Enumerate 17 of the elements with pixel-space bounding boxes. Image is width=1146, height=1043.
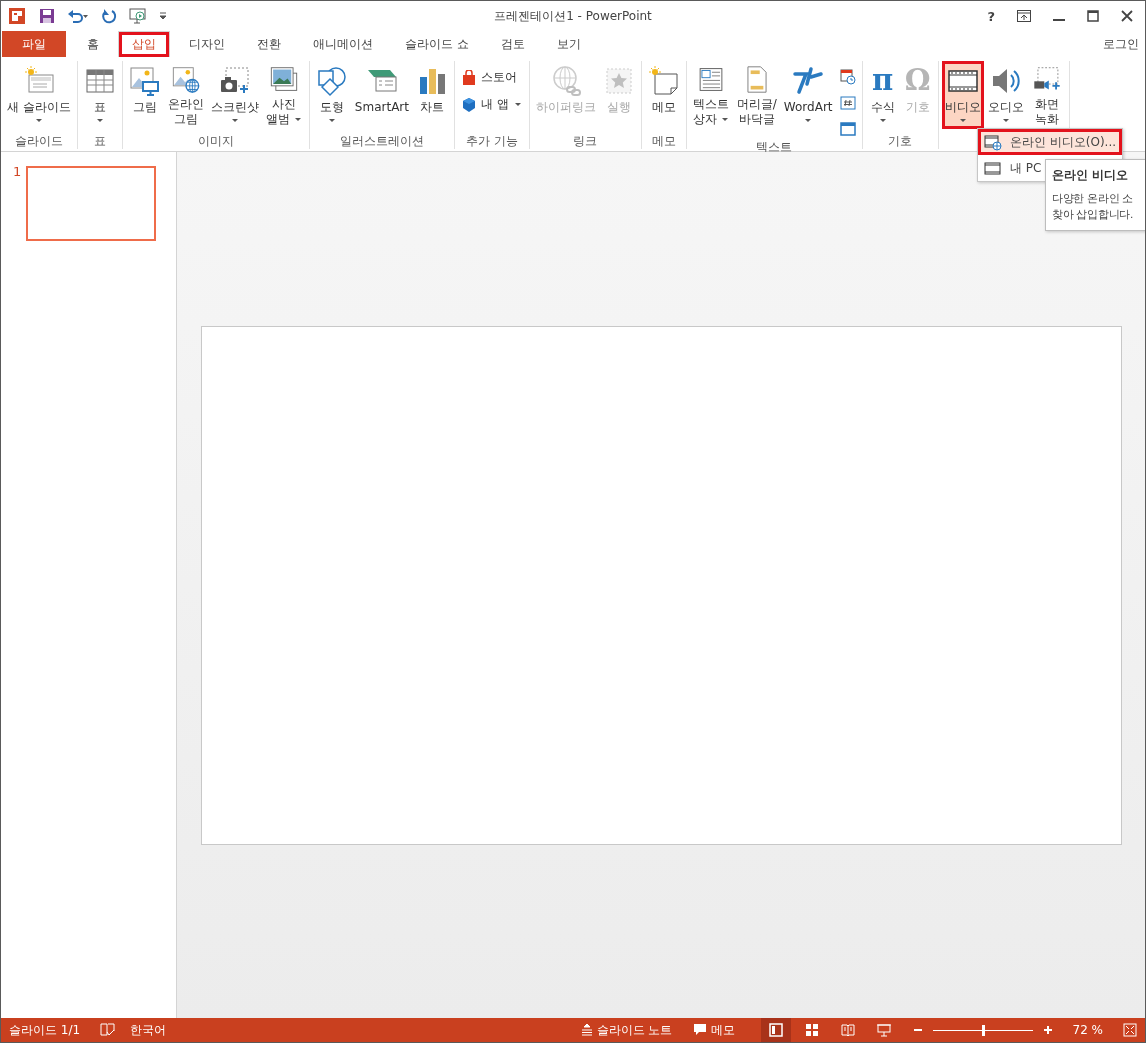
group-label: 이미지 xyxy=(196,133,235,149)
tooltip-text: 다양한 온라인 소 xyxy=(1052,191,1134,206)
window-title: 프레젠테이션1 - PowerPoint xyxy=(494,7,652,25)
tooltip-title: 온라인 비디오 xyxy=(1052,167,1130,184)
symbol-glyph: Ω xyxy=(904,63,931,99)
group-label: 추가 기능 xyxy=(465,133,519,149)
slide-count: 슬라이드 1/1 xyxy=(9,1021,81,1039)
group-label: 링크 xyxy=(572,133,599,149)
slide-number: 1 xyxy=(13,164,22,180)
symbol-glyph: π xyxy=(871,63,894,99)
tooltip-text: 찾아 삽입합니다. xyxy=(1052,207,1134,222)
group-label: 표 xyxy=(92,133,107,149)
group-label: 메모 xyxy=(650,133,677,149)
group-label: 슬라이드 xyxy=(13,133,64,149)
group-label: 텍스트 xyxy=(755,139,794,155)
group-label: 기호 xyxy=(887,133,914,149)
group-label: 일러스트레이션 xyxy=(338,133,425,149)
